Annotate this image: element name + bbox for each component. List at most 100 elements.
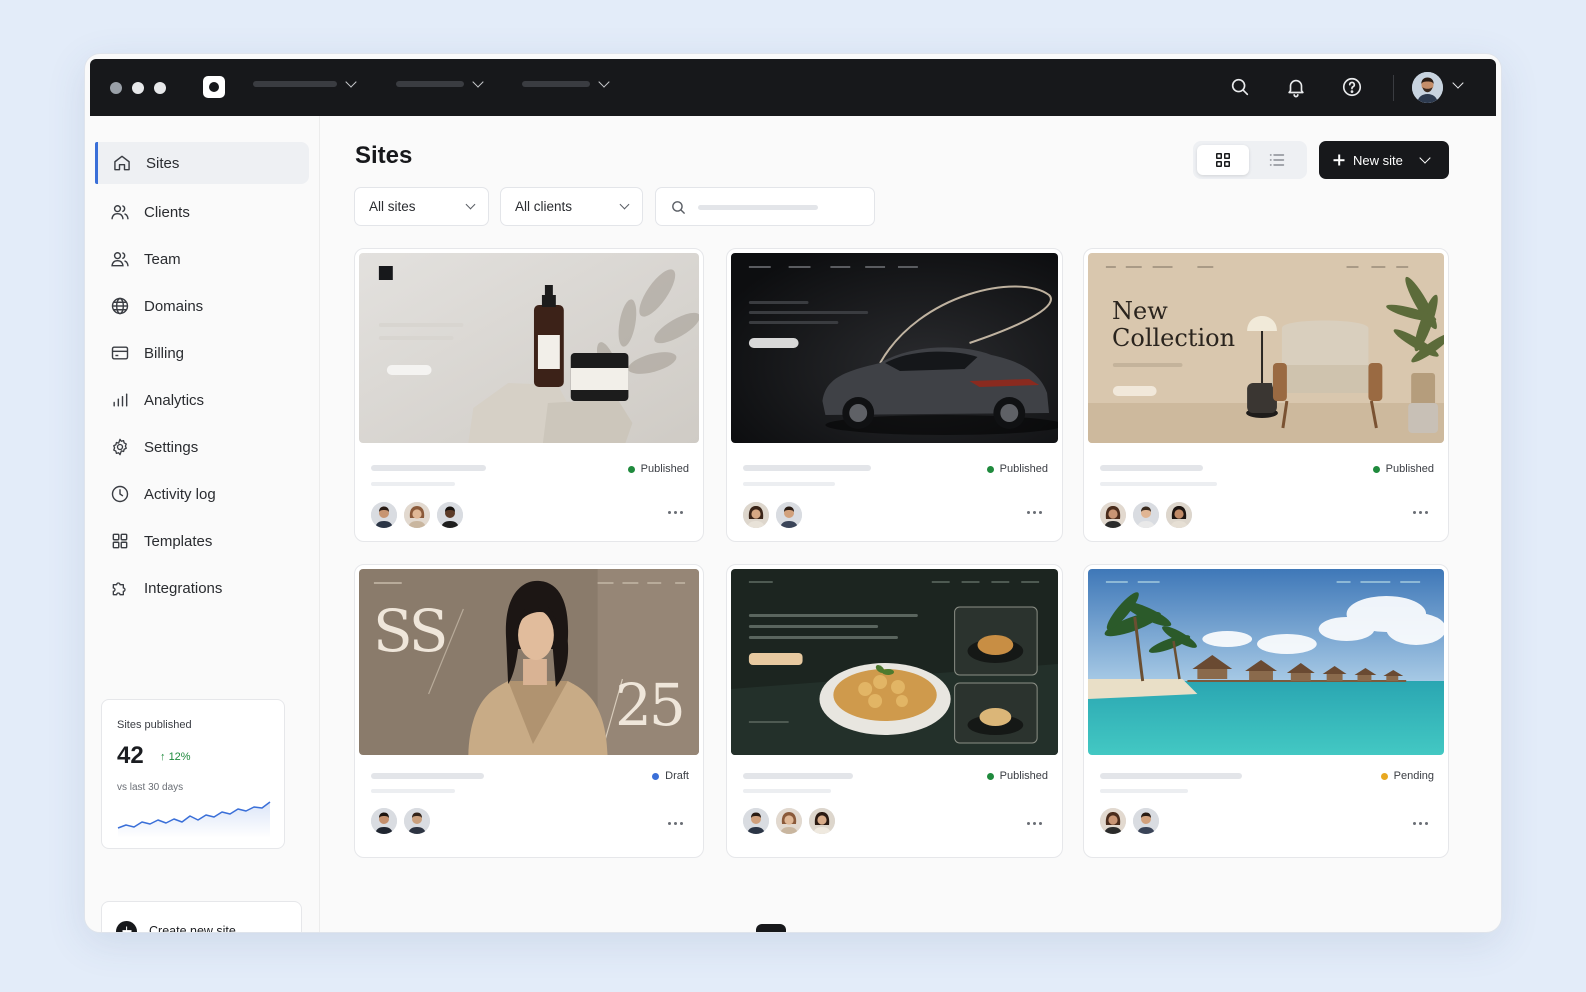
travel-preview-image: [1088, 569, 1444, 755]
stat-change-value: 12%: [168, 751, 191, 763]
collaborator-avatars: [743, 502, 802, 528]
nav-dropdown-3[interactable]: [522, 76, 610, 88]
page-title: Sites: [355, 142, 413, 169]
bar-chart-icon: [113, 393, 128, 407]
sidebar-item-sites[interactable]: Sites: [95, 142, 309, 184]
team-icon: [111, 252, 129, 267]
more-options-icon[interactable]: [668, 822, 683, 825]
sidebar-item-clients[interactable]: Clients: [95, 191, 309, 233]
avatar[interactable]: [1133, 502, 1159, 528]
car-preview-image: [731, 253, 1058, 443]
sidebar-item-domains[interactable]: Domains: [95, 285, 309, 327]
site-thumbnail[interactable]: New Collection: [1088, 253, 1444, 443]
site-name-placeholder: [1100, 465, 1203, 471]
sidebar-item-label: Analytics: [144, 391, 205, 409]
search-icon[interactable]: [1229, 76, 1251, 98]
more-options-icon[interactable]: [1027, 822, 1042, 825]
avatar[interactable]: [404, 502, 430, 528]
collaborator-avatars: [1100, 808, 1159, 834]
status-badge: Pending: [1380, 770, 1434, 782]
site-card[interactable]: SS 25 Draft: [354, 564, 704, 858]
more-options-icon[interactable]: [668, 511, 683, 514]
chevron-down-icon[interactable]: [1452, 77, 1464, 89]
avatar[interactable]: [809, 808, 835, 834]
help-icon[interactable]: [1341, 76, 1363, 98]
new-site-button[interactable]: New site: [1319, 141, 1449, 179]
grid-icon: [1216, 153, 1230, 167]
sidebar-item-label: Integrations: [144, 579, 223, 597]
avatar[interactable]: [1100, 502, 1126, 528]
sidebar-item-integrations[interactable]: Integrations: [95, 567, 309, 609]
nav-dropdown-1[interactable]: [253, 76, 357, 88]
window-dot[interactable]: [110, 82, 122, 94]
puzzle-icon: [112, 582, 126, 596]
nav-dropdown-2[interactable]: [396, 76, 484, 88]
sidebar-item-analytics[interactable]: Analytics: [95, 379, 309, 421]
status-label: Published: [640, 463, 689, 475]
sidebar-item-templates[interactable]: Templates: [95, 520, 309, 562]
page-button-1[interactable]: 1: [756, 924, 786, 932]
avatar[interactable]: [404, 808, 430, 834]
avatar[interactable]: [437, 502, 463, 528]
avatar[interactable]: [1133, 808, 1159, 834]
site-thumbnail[interactable]: [359, 253, 699, 443]
site-card[interactable]: New Collection Published: [1083, 248, 1449, 542]
app-logo[interactable]: [203, 76, 225, 98]
sidebar-item-settings[interactable]: Settings: [95, 426, 309, 468]
page-button-7[interactable]: 7: [964, 924, 994, 933]
next-page-button[interactable]: [1006, 924, 1036, 932]
avatar[interactable]: [1100, 808, 1126, 834]
status-badge: Draft: [652, 770, 689, 782]
page-button-3[interactable]: 3: [858, 924, 888, 933]
grid-view-button[interactable]: [1197, 145, 1249, 175]
top-bar: [90, 59, 1496, 116]
previous-page-button[interactable]: [713, 924, 743, 932]
app-window: Sites Clients Team Domains Billing Analy…: [84, 53, 1502, 933]
avatar[interactable]: [776, 502, 802, 528]
avatar[interactable]: [743, 808, 769, 834]
grid-icon: [112, 533, 128, 549]
more-options-icon[interactable]: [1413, 511, 1428, 514]
search-input[interactable]: [655, 187, 875, 226]
create-new-site-button[interactable]: Create new site: [101, 901, 302, 932]
site-thumbnail[interactable]: [731, 569, 1058, 755]
list-view-button[interactable]: [1251, 145, 1303, 175]
credit-card-icon: [111, 346, 129, 360]
new-site-label: New site: [1353, 152, 1403, 168]
gear-icon: [113, 438, 127, 456]
more-options-icon[interactable]: [1027, 511, 1042, 514]
status-dot: [652, 772, 660, 780]
sidebar-item-team[interactable]: Team: [95, 238, 309, 280]
avatar[interactable]: [776, 808, 802, 834]
site-url-placeholder: [743, 789, 831, 793]
filter-sites-dropdown[interactable]: All sites: [354, 187, 489, 226]
window-dot[interactable]: [132, 82, 144, 94]
site-card[interactable]: Pending: [1083, 564, 1449, 858]
user-avatar[interactable]: [1412, 72, 1443, 103]
window-dot[interactable]: [154, 82, 166, 94]
bell-icon[interactable]: [1285, 76, 1307, 98]
site-thumbnail[interactable]: SS 25: [359, 569, 699, 755]
avatar[interactable]: [371, 808, 397, 834]
filter-clients-dropdown[interactable]: All clients: [500, 187, 643, 226]
more-options-icon[interactable]: [1413, 822, 1428, 825]
sidebar-item-label: Activity log: [144, 485, 216, 503]
site-name-placeholder: [1100, 773, 1242, 779]
nav-dropdown-label: [522, 81, 590, 87]
collaborator-avatars: [371, 808, 430, 834]
site-name-placeholder: [371, 773, 484, 779]
avatar[interactable]: [1166, 502, 1192, 528]
page-button-2[interactable]: 2: [804, 924, 834, 933]
site-thumbnail[interactable]: [731, 253, 1058, 443]
arrow-up-icon: ↑: [160, 751, 166, 763]
avatar[interactable]: [371, 502, 397, 528]
avatar[interactable]: [743, 502, 769, 528]
site-card[interactable]: Published: [726, 248, 1063, 542]
site-thumbnail[interactable]: [1088, 569, 1444, 755]
status-badge: Published: [986, 463, 1048, 475]
window-controls: [110, 82, 166, 94]
sidebar-item-activity-log[interactable]: Activity log: [95, 473, 309, 515]
sidebar-item-billing[interactable]: Billing: [95, 332, 309, 374]
site-card[interactable]: Published: [354, 248, 704, 542]
site-card[interactable]: Published: [726, 564, 1063, 858]
